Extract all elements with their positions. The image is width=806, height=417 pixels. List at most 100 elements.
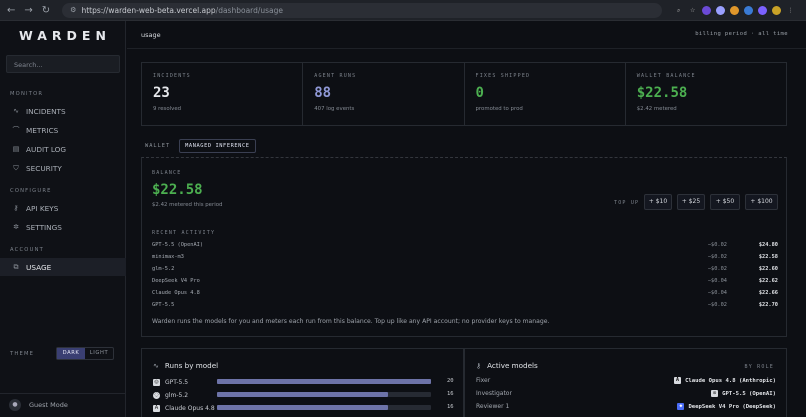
activity-balance: $22.58 bbox=[758, 254, 778, 260]
extension-icon[interactable] bbox=[702, 5, 712, 15]
profile-icon[interactable] bbox=[772, 5, 782, 15]
usage-icon: ⧉ bbox=[13, 262, 19, 271]
activity-row: GPT-5.5 −$0.02 $22.70 bbox=[152, 302, 778, 314]
run-count: 16 bbox=[447, 404, 454, 410]
sidebar-item-settings[interactable]: ✲ SETTINGS bbox=[0, 218, 126, 236]
activity-balance: $24.80 bbox=[758, 242, 778, 248]
stat-sub: 9 resolved bbox=[153, 106, 182, 112]
run-count: 20 bbox=[447, 378, 454, 384]
active-model-row: Investigator ◎ GPT-5.5 (OpenAI) bbox=[476, 390, 776, 400]
sidebar-item-incidents[interactable]: ∿ INCIDENTS bbox=[0, 102, 126, 120]
extension-icon[interactable] bbox=[716, 5, 726, 15]
back-icon[interactable]: ← bbox=[7, 5, 15, 16]
stat-value: 0 bbox=[475, 85, 484, 101]
sidebar-item-label: AUDIT LOG bbox=[26, 144, 67, 154]
model-label: GPT-5.5 (OpenAI) bbox=[722, 390, 776, 397]
run-count: 16 bbox=[447, 391, 454, 397]
sidebar-item-security[interactable]: ⛉ SECURITY bbox=[0, 159, 126, 177]
stat-sub: $2.42 metered bbox=[636, 106, 677, 112]
model-role: Investigator bbox=[476, 390, 512, 397]
active-models-panel: ⚷ Active models BY ROLE Fixer A Claude Opus… bbox=[464, 348, 787, 417]
activity-row: GPT-5.5 (OpenAI) −$0.02 $24.80 bbox=[152, 242, 778, 254]
gear-icon: ✲ bbox=[13, 223, 19, 231]
model-run-row: A Claude Opus 4.8 16 bbox=[153, 403, 454, 413]
theme-dark-button[interactable]: DARK bbox=[57, 348, 85, 359]
topup-100-button[interactable]: + $100 bbox=[745, 194, 778, 210]
balance-label: BALANCE bbox=[152, 170, 182, 176]
sidebar-item-label: SECURITY bbox=[26, 163, 62, 173]
topup-label: TOP UP bbox=[614, 200, 640, 206]
section-monitor: MONITOR bbox=[10, 91, 44, 97]
activity-row: minimax-m3 −$0.02 $22.58 bbox=[152, 254, 778, 266]
shield-icon: ⛉ bbox=[13, 163, 19, 172]
sidebar-item-label: API KEYS bbox=[26, 203, 59, 213]
search-input[interactable]: Search... bbox=[6, 55, 120, 73]
bookmark-icon[interactable]: ☆ bbox=[688, 6, 697, 15]
address-bar[interactable]: ⚙ https://warden-web-beta.vercel.app/das… bbox=[62, 2, 663, 18]
activity-delta: −$0.02 bbox=[707, 242, 727, 248]
extension-icon[interactable] bbox=[730, 5, 740, 15]
topup-25-button[interactable]: + $25 bbox=[677, 194, 705, 210]
activity-delta: −$0.04 bbox=[707, 290, 727, 296]
panel-title-text: Active models bbox=[487, 361, 538, 370]
site-info-icon[interactable]: ⚙ bbox=[70, 6, 76, 14]
extension-icon[interactable] bbox=[744, 5, 754, 15]
topup-50-button[interactable]: + $50 bbox=[710, 194, 740, 210]
stat-sub: 407 log events bbox=[314, 106, 355, 112]
theme-label: THEME bbox=[10, 351, 35, 357]
section-configure: CONFIGURE bbox=[10, 188, 52, 194]
activity-balance: $22.66 bbox=[758, 290, 778, 296]
guest-mode[interactable]: ● Guest Mode bbox=[0, 393, 126, 415]
openai-icon: ◎ bbox=[711, 390, 719, 397]
theme-light-button[interactable]: LIGHT bbox=[85, 348, 113, 359]
activity-model: minimax-m3 bbox=[152, 254, 184, 260]
panel-title-text: Runs by model bbox=[164, 361, 219, 370]
sidebar-item-api-keys[interactable]: ⚷ API KEYS bbox=[0, 199, 126, 217]
key-icon: ⚷ bbox=[13, 204, 19, 212]
run-bar bbox=[217, 392, 431, 397]
sidebar-item-usage[interactable]: ⧉ USAGE bbox=[0, 258, 126, 276]
activity-balance: $22.62 bbox=[758, 278, 778, 284]
runs-by-model-title: ∿ Runs by model bbox=[153, 361, 218, 370]
model-assignment[interactable]: ◎ GPT-5.5 (OpenAI) bbox=[711, 390, 776, 397]
runs-by-model-panel: ∿ Runs by model ◎ GPT-5.5 20 ◌ glm-5.2 16 A Cl… bbox=[141, 348, 464, 417]
activity-delta: −$0.04 bbox=[707, 278, 727, 284]
theme-toggle: DARK LIGHT bbox=[56, 347, 114, 360]
sidebar-item-metrics[interactable]: ⌒ METRICS bbox=[0, 121, 126, 139]
stat-wallet-balance: WALLET BALANCE $22.58 $2.42 metered bbox=[626, 63, 786, 125]
model-name: Claude Opus 4.8 bbox=[165, 404, 215, 412]
tab-managed-inference[interactable]: MANAGED INFERENCE bbox=[179, 139, 256, 153]
model-assignment[interactable]: ◆ DeepSeek V4 Pro (DeepSeek) bbox=[677, 403, 776, 410]
model-assignment[interactable]: A Claude Opus 4.8 (Anthropic) bbox=[674, 377, 776, 384]
url-path: /dashboard/usage bbox=[215, 5, 284, 15]
stat-incidents: INCIDENTS 23 9 resolved bbox=[142, 63, 304, 125]
active-model-row: Reviewer 1 ◆ DeepSeek V4 Pro (DeepSeek) bbox=[476, 403, 776, 413]
model-name: GPT-5.5 bbox=[165, 378, 189, 386]
menu-icon[interactable]: ⋮ bbox=[786, 6, 795, 15]
tab-wallet[interactable]: WALLET bbox=[141, 140, 174, 152]
stat-label: WALLET BALANCE bbox=[636, 73, 696, 79]
sidebar-item-audit-log[interactable]: ▤ AUDIT LOG bbox=[0, 140, 126, 158]
forward-icon[interactable]: → bbox=[24, 5, 32, 16]
activity-model: Claude Opus 4.8 bbox=[152, 290, 200, 296]
guest-label: Guest Mode bbox=[29, 400, 68, 409]
model-name: glm-5.2 bbox=[165, 391, 189, 399]
zoom-icon[interactable]: ⌕ bbox=[674, 6, 683, 15]
anthropic-icon: A bbox=[674, 377, 682, 384]
by-role-label: BY ROLE bbox=[744, 364, 774, 370]
extension-icon[interactable] bbox=[758, 5, 768, 15]
stat-label: FIXES SHIPPED bbox=[475, 73, 531, 79]
stat-value: $22.58 bbox=[636, 85, 688, 101]
recent-activity-label: RECENT ACTIVITY bbox=[152, 230, 216, 236]
sidebar-item-label: METRICS bbox=[26, 125, 59, 135]
reload-icon[interactable]: ↻ bbox=[42, 5, 50, 16]
active-models-title: ⚷ Active models bbox=[476, 361, 538, 370]
activity-icon: ∿ bbox=[153, 361, 159, 370]
activity-icon: ∿ bbox=[13, 107, 19, 115]
activity-delta: −$0.02 bbox=[707, 266, 727, 272]
topup-10-button[interactable]: + $10 bbox=[644, 194, 672, 210]
logo[interactable]: WARDEN bbox=[19, 28, 111, 43]
activity-balance: $22.70 bbox=[758, 302, 778, 308]
active-model-row: Fixer A Claude Opus 4.8 (Anthropic) bbox=[476, 377, 776, 387]
stat-label: AGENT RUNS bbox=[314, 73, 357, 79]
